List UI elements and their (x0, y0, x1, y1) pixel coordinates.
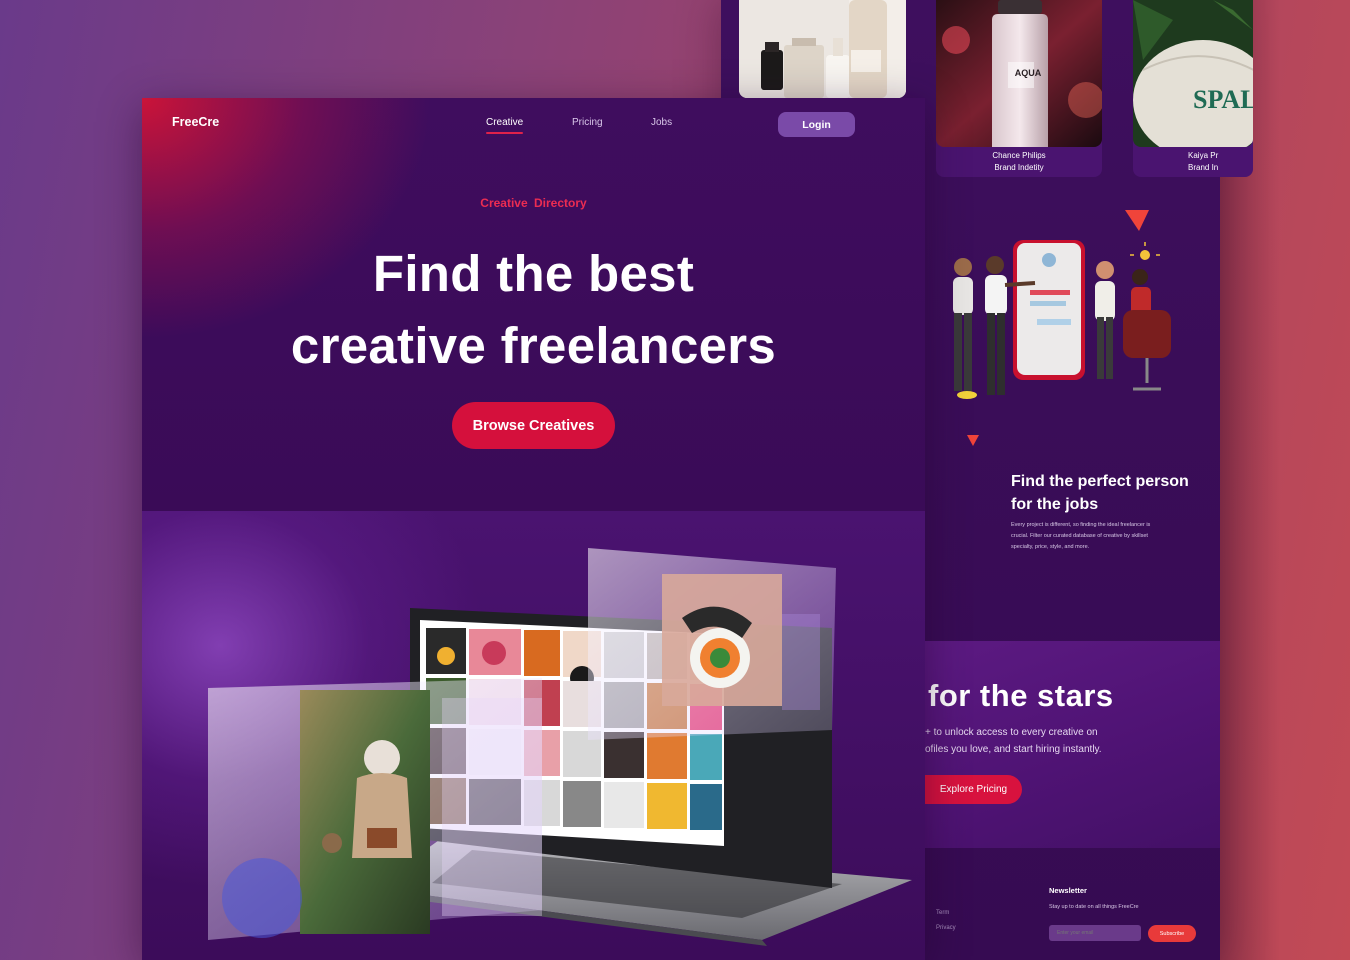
feature-body-line3: specialty, price, style, and more. (1011, 544, 1090, 550)
bottle-photo: AQUA (936, 0, 1102, 147)
footer-links: Term Privacy (936, 906, 956, 936)
skincare-photo (739, 0, 906, 98)
feature-title-line1: Find the perfect person (1011, 473, 1189, 490)
footer-link-privacy[interactable]: Privacy (936, 921, 956, 936)
stars-body-line2: ofiles you love, and start hiring instan… (925, 744, 1102, 755)
feature-body: Every project is different, so finding t… (1011, 520, 1191, 553)
footer-link-term[interactable]: Term (936, 906, 956, 921)
card-role: Brand In (1188, 163, 1219, 172)
team-collaboration-illustration (953, 210, 1171, 446)
hero-page-panel: FreeCre Creative Pricing Jobs Login Crea… (142, 98, 925, 960)
subscribe-button[interactable]: Subscribe (1148, 925, 1196, 942)
newsletter-email-input[interactable] (1049, 925, 1141, 941)
creative-card-kaiya[interactable]: SPALD Kaiya Pr Brand In (1133, 0, 1253, 177)
creative-card-skincare[interactable] (739, 0, 906, 98)
newsletter-title: Newsletter (1049, 886, 1087, 895)
feature-title: Find the perfect person for the jobs (1011, 470, 1211, 516)
explore-pricing-button[interactable]: Explore Pricing (925, 775, 1022, 804)
feature-body-line1: Every project is different, so finding t… (1011, 522, 1151, 528)
stars-title: for the stars (928, 678, 1114, 713)
feature-title-line2: for the jobs (1011, 496, 1099, 513)
ball-brand-text: SPALD (1193, 85, 1253, 114)
feature-body-line2: crucial. Filter our curated database of … (1011, 533, 1148, 539)
stars-body: + to unlock access to every creative on … (925, 724, 1125, 758)
laptop-showcase-illustration (208, 548, 912, 946)
newsletter-body: Stay up to date on all things FreeCre (1049, 904, 1139, 910)
card-name: Kaiya Pr (1188, 151, 1219, 160)
creative-card-chance-philips[interactable]: AQUA Chance Philips Brand Indetity (936, 0, 1102, 177)
ball-photo: SPALD (1133, 0, 1253, 147)
card-role: Brand Indetity (994, 163, 1044, 172)
card-name: Chance Philips (992, 151, 1046, 160)
aqua-label: AQUA (1015, 68, 1042, 78)
stars-body-line1: + to unlock access to every creative on (925, 727, 1098, 738)
triangle-decoration (1125, 210, 1149, 231)
mockup-stage: AQUA Chance Philips Brand Indetity SPALD… (0, 0, 1350, 960)
